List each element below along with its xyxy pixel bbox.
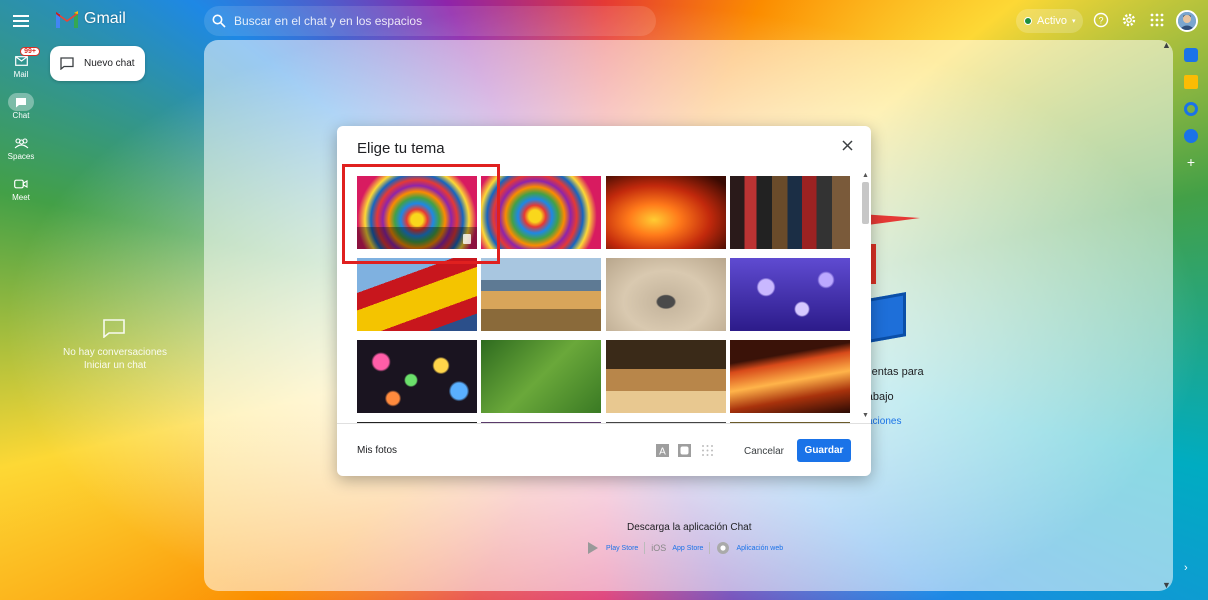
store-links: Play Store iOS App Store Aplicación web bbox=[586, 541, 783, 555]
chevron-down-icon: ▾ bbox=[1071, 18, 1076, 25]
download-title: Descarga la aplicación Chat bbox=[627, 522, 752, 533]
selected-theme-overlay bbox=[357, 227, 477, 249]
blur-icon[interactable] bbox=[701, 444, 714, 457]
app-name: Gmail bbox=[84, 10, 126, 27]
save-button[interactable]: Guardar bbox=[797, 439, 851, 462]
theme-grid bbox=[357, 176, 857, 423]
keep-icon[interactable] bbox=[1184, 75, 1198, 89]
theme-tile-fire[interactable] bbox=[606, 176, 726, 249]
svg-text:A: A bbox=[659, 447, 666, 458]
scroll-up-arrow[interactable]: ▲ bbox=[861, 172, 870, 179]
theme-tile-desert-rock[interactable] bbox=[606, 258, 726, 331]
theme-tile-bokeh-lights[interactable] bbox=[357, 340, 477, 413]
text-background-icon[interactable]: A bbox=[656, 444, 669, 457]
status-label: Activo bbox=[1037, 15, 1067, 27]
web-app-link[interactable]: Aplicación web bbox=[736, 545, 783, 552]
theme-dialog: Elige tu tema ▲ ▼ Mis fotos A Cancelar G… bbox=[337, 126, 871, 476]
dialog-title: Elige tu tema bbox=[357, 140, 445, 157]
apps-button[interactable] bbox=[1146, 9, 1168, 31]
contacts-icon[interactable] bbox=[1184, 129, 1198, 143]
web-app-icon bbox=[717, 542, 730, 554]
svg-text:?: ? bbox=[1098, 16, 1103, 26]
main-scroll-down-arrow[interactable]: ▼ bbox=[1162, 580, 1171, 590]
start-chat-link[interactable]: Iniciar un chat bbox=[60, 359, 170, 372]
empty-chat-text: No hay conversaciones bbox=[63, 347, 167, 358]
close-icon bbox=[842, 140, 853, 151]
add-addon-icon[interactable]: + bbox=[1184, 155, 1198, 170]
meet-icon bbox=[14, 179, 28, 189]
side-panel-rail: + bbox=[1178, 48, 1204, 170]
theme-tile-spain-flag[interactable] bbox=[357, 258, 477, 331]
calendar-icon[interactable] bbox=[1184, 48, 1198, 62]
my-photos-link[interactable]: Mis fotos bbox=[357, 445, 397, 456]
main-scroll-up-arrow[interactable]: ▲ bbox=[1162, 40, 1171, 50]
rail-mail-icon-wrap: 99+ bbox=[8, 47, 40, 70]
rail-item-meet[interactable]: Meet bbox=[4, 175, 38, 202]
help-icon: ? bbox=[1093, 12, 1109, 28]
support-button[interactable]: ? bbox=[1090, 9, 1112, 31]
rail-spaces-icon-wrap bbox=[8, 134, 34, 152]
store-divider bbox=[709, 542, 711, 554]
mail-unread-badge: 99+ bbox=[20, 47, 40, 56]
theme-tile-jellyfish[interactable] bbox=[730, 258, 850, 331]
search-input[interactable] bbox=[234, 14, 634, 28]
gmail-logo[interactable]: Gmail bbox=[56, 10, 126, 28]
settings-button[interactable] bbox=[1118, 9, 1140, 31]
empty-chat-placeholder: No hay conversaciones Iniciar un chat bbox=[60, 318, 170, 372]
status-selector[interactable]: Activo ▾ bbox=[1016, 9, 1084, 33]
play-store-link[interactable]: Play Store bbox=[606, 545, 638, 552]
tasks-icon[interactable] bbox=[1184, 102, 1198, 116]
rail-chat-icon-wrap bbox=[8, 93, 34, 111]
main-menu-button[interactable] bbox=[8, 8, 34, 34]
theme-tile-tie-dye[interactable] bbox=[481, 176, 601, 249]
rail-item-chat[interactable]: Chat bbox=[4, 93, 38, 120]
cancel-button[interactable]: Cancelar bbox=[737, 439, 791, 463]
rail-item-mail[interactable]: 99+ Mail bbox=[4, 47, 40, 79]
close-button[interactable] bbox=[842, 138, 853, 156]
new-chat-icon bbox=[60, 57, 74, 70]
theme-tile-tie-dye-selected[interactable] bbox=[357, 176, 477, 249]
rail-label-meet: Meet bbox=[12, 193, 30, 202]
spaces-icon bbox=[14, 137, 28, 148]
search-bar[interactable] bbox=[204, 6, 656, 36]
hamburger-icon bbox=[13, 15, 29, 27]
store-divider bbox=[644, 542, 646, 554]
search-icon[interactable] bbox=[212, 14, 226, 28]
rail-item-spaces[interactable]: Spaces bbox=[4, 134, 38, 161]
new-chat-button[interactable]: Nuevo chat bbox=[50, 46, 145, 81]
dialog-divider bbox=[337, 423, 871, 424]
rail-label-chat: Chat bbox=[12, 111, 30, 120]
rail-label-spaces: Spaces bbox=[7, 152, 35, 161]
expand-side-panel-icon[interactable]: › bbox=[1184, 562, 1188, 574]
theme-tile-golden-gate-coast[interactable] bbox=[481, 258, 601, 331]
scroll-thumb[interactable] bbox=[862, 182, 869, 224]
rail-meet-icon-wrap bbox=[8, 175, 34, 193]
app-store-link[interactable]: App Store bbox=[672, 545, 703, 552]
avatar[interactable] bbox=[1176, 10, 1198, 32]
apps-grid-icon bbox=[1150, 13, 1164, 27]
trash-icon[interactable] bbox=[463, 234, 471, 244]
ios-label: iOS bbox=[651, 543, 667, 553]
gear-icon bbox=[1122, 13, 1136, 27]
theme-tile-movie-posters[interactable] bbox=[730, 176, 850, 249]
status-dot bbox=[1024, 17, 1032, 25]
vignette-icon[interactable] bbox=[678, 444, 691, 457]
theme-grid-scrollbar[interactable]: ▲ ▼ bbox=[861, 172, 870, 423]
mail-icon bbox=[14, 56, 28, 66]
scroll-down-arrow[interactable]: ▼ bbox=[861, 412, 870, 419]
chat-icon bbox=[16, 97, 26, 107]
theme-tile-canyon[interactable] bbox=[730, 340, 850, 413]
user-avatar-icon bbox=[1178, 12, 1196, 30]
theme-tile-caterpillar[interactable] bbox=[481, 340, 601, 413]
new-chat-label: Nuevo chat bbox=[84, 58, 135, 69]
rail-label-mail: Mail bbox=[13, 70, 29, 79]
gmail-m-icon bbox=[56, 10, 78, 28]
play-store-icon bbox=[588, 542, 598, 554]
empty-chat-icon bbox=[103, 319, 125, 338]
theme-tile-chess[interactable] bbox=[606, 340, 726, 413]
